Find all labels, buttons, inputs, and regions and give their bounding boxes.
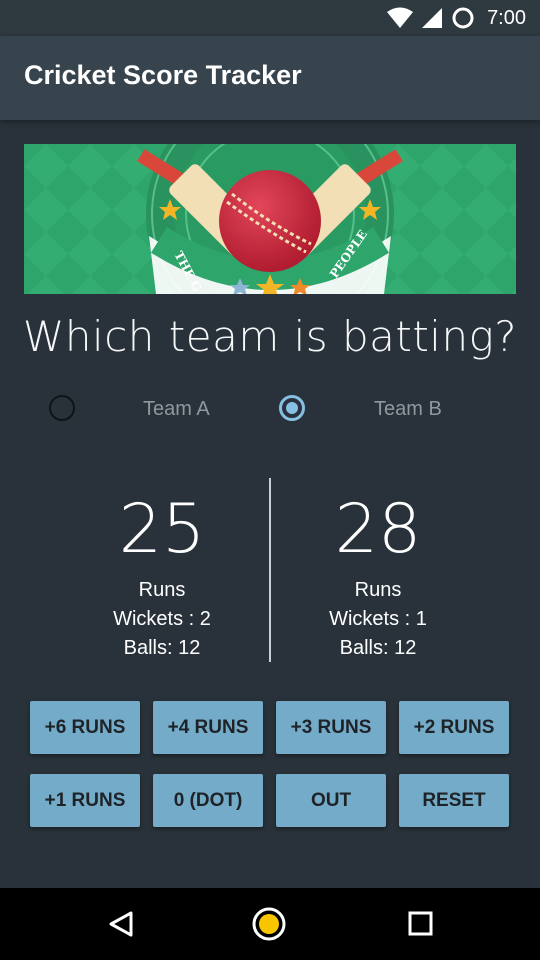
- status-time: 7:00: [487, 6, 526, 29]
- team-b-score-panel: 28 Runs Wickets : 1 Balls: 12: [278, 490, 478, 663]
- team-a-wickets: Wickets : 2: [113, 608, 211, 630]
- cricket-banner-image: THE G PEOPLE: [24, 144, 516, 294]
- team-a-radio[interactable]: [49, 395, 75, 421]
- add-1-run-button[interactable]: +1 RUNS: [30, 774, 140, 827]
- reset-button[interactable]: RESET: [399, 774, 509, 827]
- home-icon[interactable]: [251, 906, 287, 942]
- score-divider: [269, 478, 271, 662]
- status-icons: 7:00: [387, 0, 526, 36]
- batting-question: Which team is batting?: [22, 312, 518, 361]
- add-2-runs-button[interactable]: +2 RUNS: [399, 701, 509, 754]
- team-b-label[interactable]: Team B: [374, 398, 442, 421]
- team-b-balls: Balls: 12: [339, 637, 417, 659]
- circle-notification-icon: [452, 7, 474, 29]
- status-bar: 7:00: [0, 0, 540, 36]
- team-b-wickets: Wickets : 1: [329, 608, 427, 630]
- dot-ball-button[interactable]: 0 (DOT): [153, 774, 263, 827]
- app-bar: Cricket Score Tracker: [0, 36, 540, 120]
- add-6-runs-button[interactable]: +6 RUNS: [30, 701, 140, 754]
- cell-signal-icon: [422, 8, 443, 28]
- recents-icon[interactable]: [407, 910, 435, 938]
- back-icon[interactable]: [107, 910, 135, 938]
- team-b-runs-label: Runs: [354, 579, 402, 601]
- team-a-label[interactable]: Team A: [143, 398, 210, 421]
- out-button[interactable]: OUT: [276, 774, 386, 827]
- wifi-icon: [387, 7, 414, 28]
- team-a-balls: Balls: 12: [123, 637, 201, 659]
- navigation-bar: [0, 888, 540, 960]
- team-b-radio[interactable]: [279, 395, 305, 421]
- team-a-runs-value: 25: [118, 490, 206, 569]
- team-a-score-panel: 25 Runs Wickets : 2 Balls: 12: [62, 490, 262, 663]
- add-4-runs-button[interactable]: +4 RUNS: [153, 701, 263, 754]
- team-b-runs-value: 28: [334, 490, 422, 569]
- app-title: Cricket Score Tracker: [24, 60, 302, 90]
- radio-selected-dot: [286, 402, 298, 414]
- team-a-runs-label: Runs: [138, 579, 186, 601]
- add-3-runs-button[interactable]: +3 RUNS: [276, 701, 386, 754]
